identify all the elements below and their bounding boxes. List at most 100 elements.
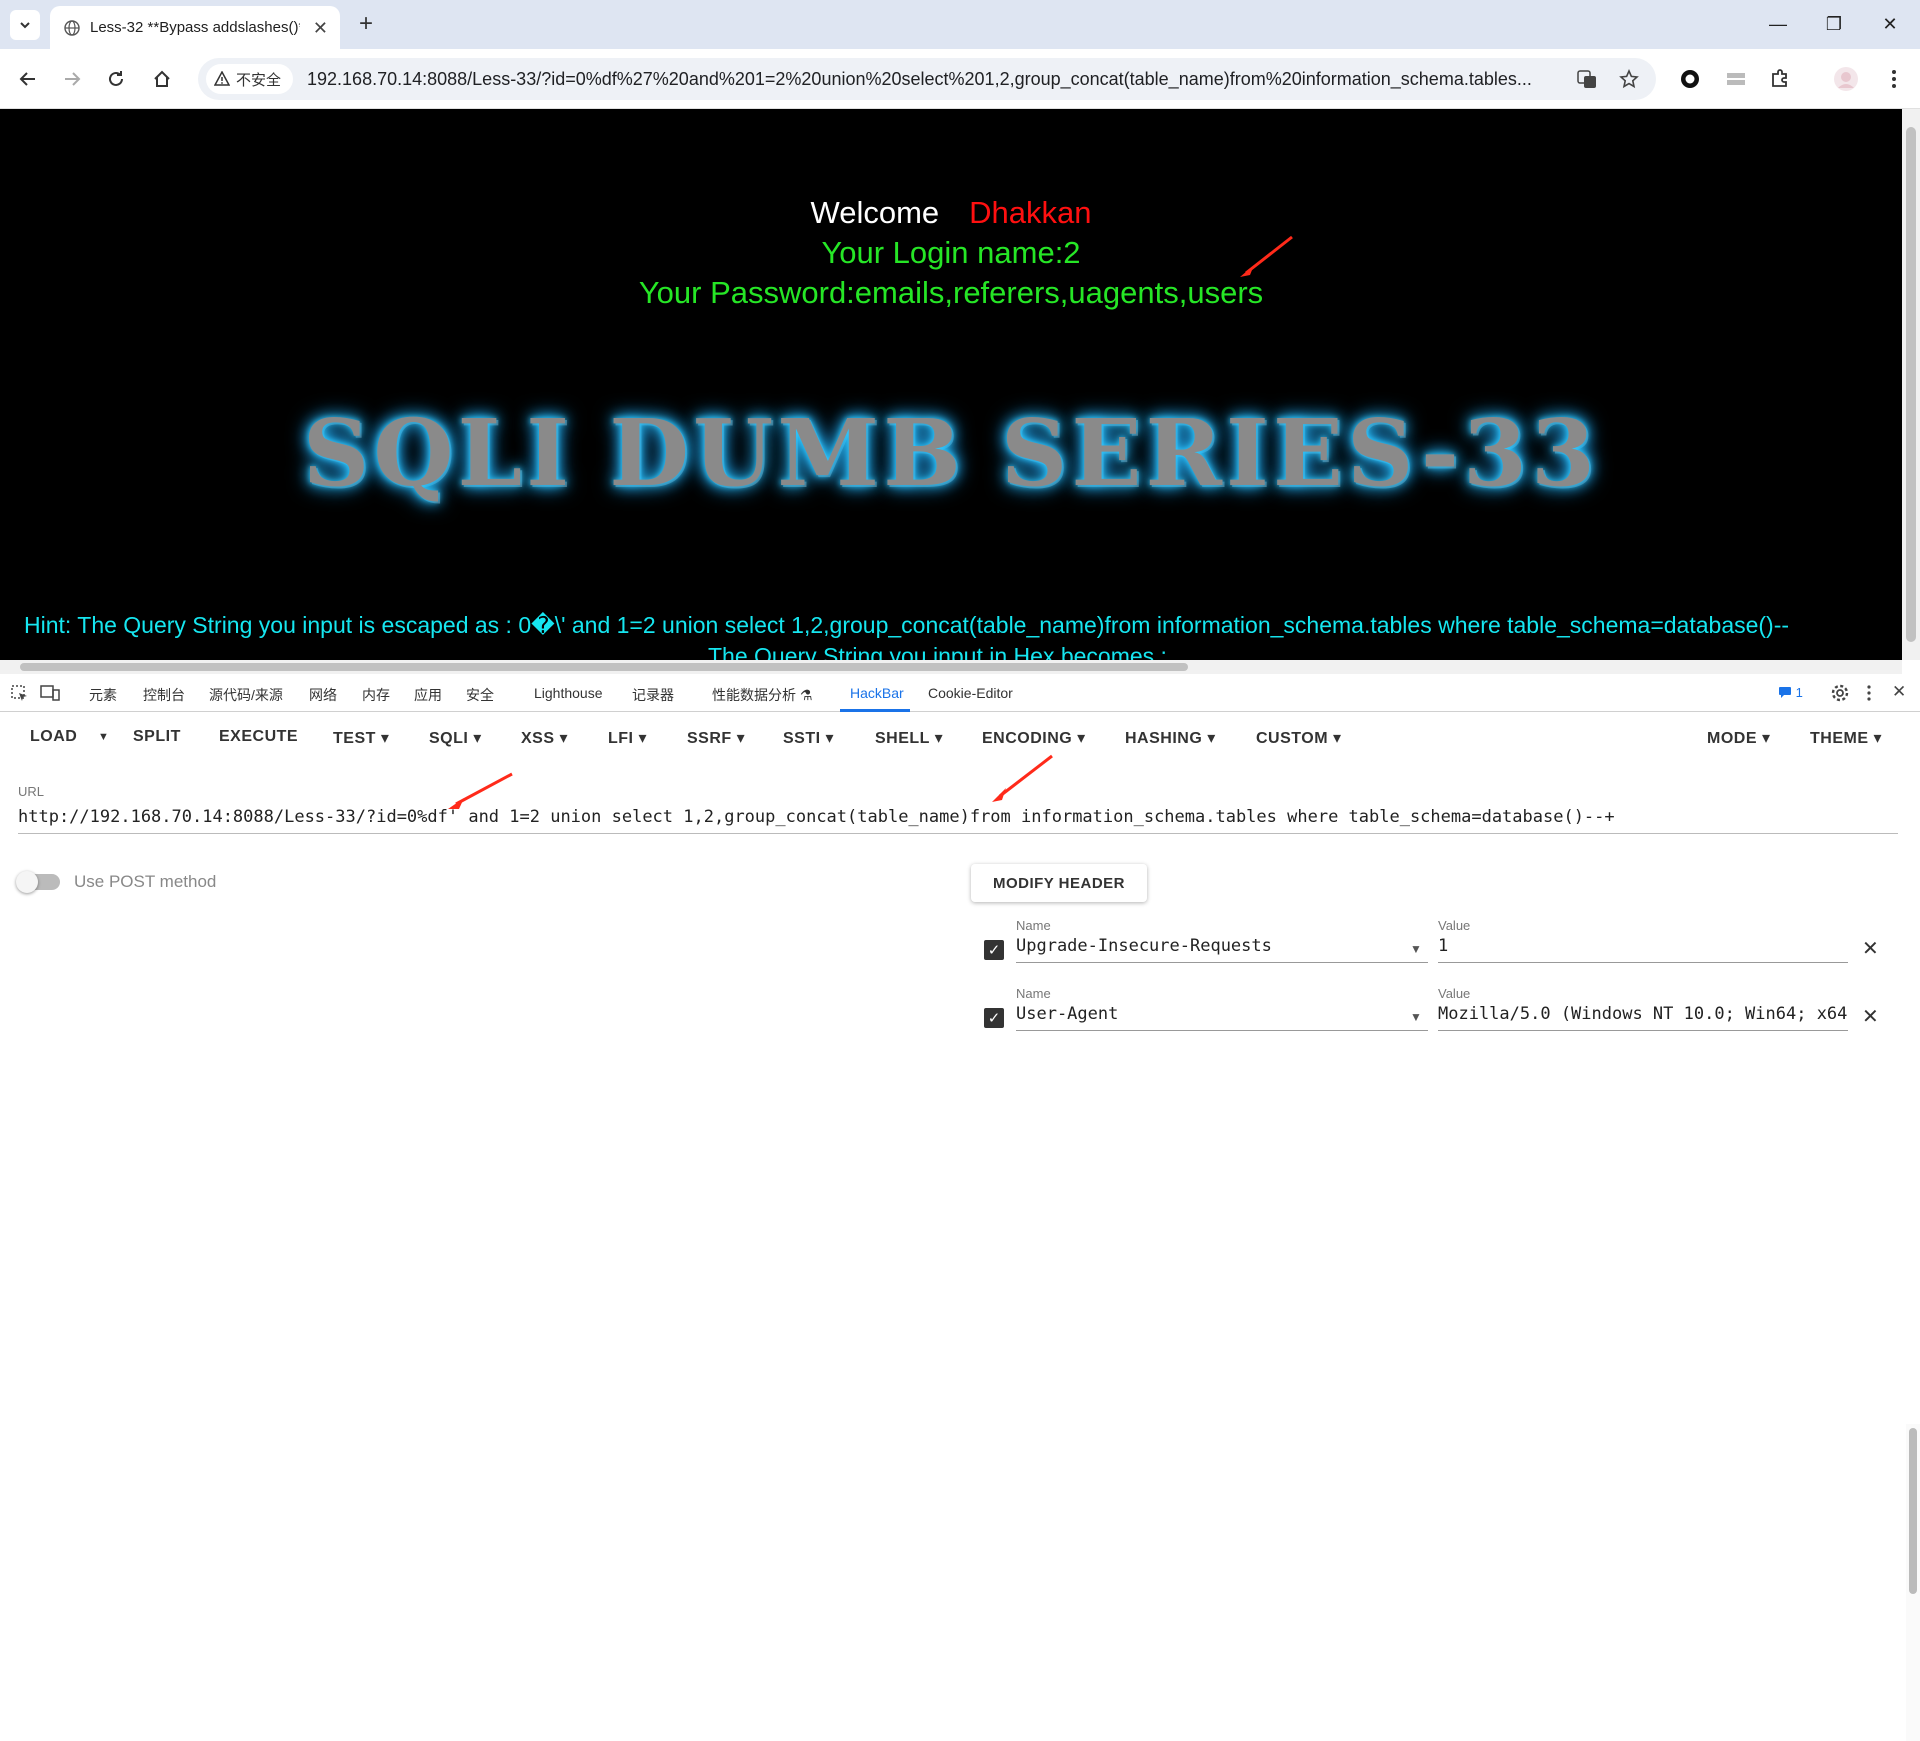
browser-tab[interactable]: Less-32 **Bypass addslashes()** ✕: [50, 6, 340, 49]
devtab-cookie-editor[interactable]: Cookie-Editor: [928, 685, 1013, 701]
devtools-close-icon[interactable]: ✕: [1892, 682, 1906, 702]
device-toolbar-icon[interactable]: [40, 684, 60, 702]
forward-button[interactable]: [56, 63, 88, 95]
minimize-button[interactable]: —: [1750, 0, 1806, 49]
bookmark-star-icon[interactable]: [1618, 68, 1640, 90]
header-dropdown-caret-icon[interactable]: ▼: [1410, 1010, 1422, 1024]
address-url[interactable]: 192.168.70.14:8088/Less-33/?id=0%df%27%2…: [307, 69, 1597, 90]
header-checkbox[interactable]: ✓: [984, 1008, 1004, 1028]
header-row: ✓ Name Upgrade-Insecure-Requests ▼ Value…: [984, 918, 1884, 976]
new-tab-button[interactable]: +: [352, 10, 380, 38]
hackbar-custom-menu[interactable]: CUSTOM ▾: [1256, 728, 1342, 748]
devtab-recorder[interactable]: 记录器: [632, 685, 674, 705]
devtab-hackbar[interactable]: HackBar: [850, 685, 904, 701]
devtab-lighthouse[interactable]: Lighthouse: [534, 685, 603, 701]
devtab-network[interactable]: 网络: [309, 685, 337, 705]
hackbar-ssti-menu[interactable]: SSTI ▾: [783, 728, 834, 748]
page-horizontal-scrollbar[interactable]: [0, 660, 1902, 674]
login-name: Your Login name:2: [821, 235, 1081, 270]
extension-record-icon[interactable]: [1674, 63, 1706, 95]
home-icon: [154, 70, 170, 87]
devtools-tabbar: 元素 控制台 源代码/来源 网络 内存 应用 安全 Lighthouse 记录器…: [0, 674, 1920, 712]
load-dropdown-caret-icon[interactable]: ▼: [98, 731, 109, 743]
toggle-knob[interactable]: [16, 871, 38, 893]
hackbar-ssrf-menu[interactable]: SSRF ▾: [687, 728, 745, 748]
hackbar-theme-menu[interactable]: THEME ▾: [1810, 728, 1882, 748]
devtab-security[interactable]: 安全: [466, 685, 494, 705]
translate-icon[interactable]: [1576, 68, 1598, 90]
issues-count: 1: [1795, 685, 1803, 700]
header-checkbox[interactable]: ✓: [984, 940, 1004, 960]
hackbar-test-menu[interactable]: TEST ▾: [333, 728, 389, 748]
post-method-toggle[interactable]: [16, 871, 60, 893]
hex-text: The Query String you input in Hex become…: [708, 643, 1167, 660]
extensions-puzzle-icon[interactable]: [1764, 63, 1796, 95]
settings-gear-icon[interactable]: [1830, 683, 1850, 703]
hackbar-vertical-thumb[interactable]: [1909, 1428, 1917, 1594]
reload-button[interactable]: [100, 63, 132, 95]
ssti-label: SSTI: [783, 730, 821, 747]
devtab-elements[interactable]: 元素: [89, 685, 117, 705]
page-vertical-thumb[interactable]: [1906, 127, 1916, 642]
address-bar[interactable]: 不安全 192.168.70.14:8088/Less-33/?id=0%df%…: [198, 58, 1656, 100]
page-vertical-scrollbar[interactable]: [1902, 109, 1920, 660]
hackbar-lfi-menu[interactable]: LFI ▾: [608, 728, 647, 748]
devtab-application[interactable]: 应用: [414, 685, 442, 705]
custom-label: CUSTOM: [1256, 730, 1329, 747]
devtools-menu-icon[interactable]: [1866, 684, 1872, 702]
back-button[interactable]: [12, 63, 44, 95]
remove-header-icon[interactable]: ✕: [1862, 1004, 1879, 1029]
hashing-label: HASHING: [1125, 730, 1203, 747]
home-button[interactable]: [146, 63, 178, 95]
header-value-input[interactable]: 1: [1438, 936, 1848, 963]
tab-close-icon[interactable]: ✕: [313, 18, 328, 39]
header-value-input[interactable]: Mozilla/5.0 (Windows NT 10.0; Win64; x64…: [1438, 1004, 1848, 1031]
page-horizontal-thumb[interactable]: [20, 663, 1188, 671]
hackbar-execute-button[interactable]: EXECUTE: [219, 728, 298, 746]
header-value-label: Value: [1438, 918, 1471, 933]
user-name: Dhakkan: [969, 195, 1092, 230]
reload-icon: [109, 71, 123, 86]
header-name-label: Name: [1016, 918, 1051, 933]
hackbar-xss-menu[interactable]: XSS ▾: [521, 728, 568, 748]
hackbar-mode-menu[interactable]: MODE ▾: [1707, 728, 1770, 748]
welcome-text: Welcome: [810, 195, 940, 230]
issues-badge[interactable]: 1: [1778, 685, 1803, 700]
inspect-element-icon[interactable]: [10, 684, 28, 702]
tab-title: Less-32 **Bypass addslashes()**: [90, 19, 300, 36]
restore-button[interactable]: ❐: [1806, 0, 1862, 49]
hackbar-vertical-scrollbar[interactable]: [1906, 1424, 1920, 1741]
xss-label: XSS: [521, 730, 555, 747]
remove-header-icon[interactable]: ✕: [1862, 936, 1879, 961]
hackbar-shell-menu[interactable]: SHELL ▾: [875, 728, 943, 748]
forward-arrow-icon: [65, 72, 81, 86]
devtab-console[interactable]: 控制台: [143, 685, 185, 705]
hackbar-sqli-menu[interactable]: SQLI ▾: [429, 728, 482, 748]
header-name-label: Name: [1016, 986, 1051, 1001]
menu-kebab-icon[interactable]: [1878, 63, 1910, 95]
hackbar-load-button[interactable]: LOAD: [30, 728, 77, 746]
header-row: ✓ Name User-Agent ▼ Value Mozilla/5.0 (W…: [984, 986, 1884, 1044]
hackbar-encoding-menu[interactable]: ENCODING ▾: [982, 728, 1086, 748]
lfi-label: LFI: [608, 730, 634, 747]
url-input[interactable]: http://192.168.70.14:8088/Less-33/?id=0%…: [18, 807, 1898, 834]
page-banner: SQLI DUMB SERIES-33: [302, 399, 1600, 507]
sqli-label: SQLI: [429, 730, 469, 747]
devtab-sources[interactable]: 源代码/来源: [209, 685, 283, 705]
header-dropdown-caret-icon[interactable]: ▼: [1410, 942, 1422, 956]
profile-avatar-icon[interactable]: [1830, 63, 1862, 95]
security-indicator[interactable]: 不安全: [206, 64, 294, 94]
modify-header-button[interactable]: MODIFY HEADER: [971, 864, 1147, 902]
hackbar-panel: LOAD ▼ SPLIT EXECUTE TEST ▾ SQLI ▾ XSS ▾…: [0, 712, 1920, 1741]
devtab-memory[interactable]: 内存: [362, 685, 390, 705]
devtab-performance-insights[interactable]: 性能数据分析 ⚗: [712, 685, 812, 705]
security-label: 不安全: [236, 71, 282, 89]
tab-search-button[interactable]: [10, 10, 40, 40]
header-name-input[interactable]: User-Agent: [1016, 1004, 1428, 1031]
header-name-input[interactable]: Upgrade-Insecure-Requests: [1016, 936, 1428, 963]
extension-hackbar-icon[interactable]: [1720, 63, 1752, 95]
welcome-line: Welcome Dhakkan: [0, 195, 1902, 231]
close-window-button[interactable]: ✕: [1862, 0, 1918, 49]
hackbar-hashing-menu[interactable]: HASHING ▾: [1125, 728, 1216, 748]
hackbar-split-button[interactable]: SPLIT: [133, 728, 181, 746]
